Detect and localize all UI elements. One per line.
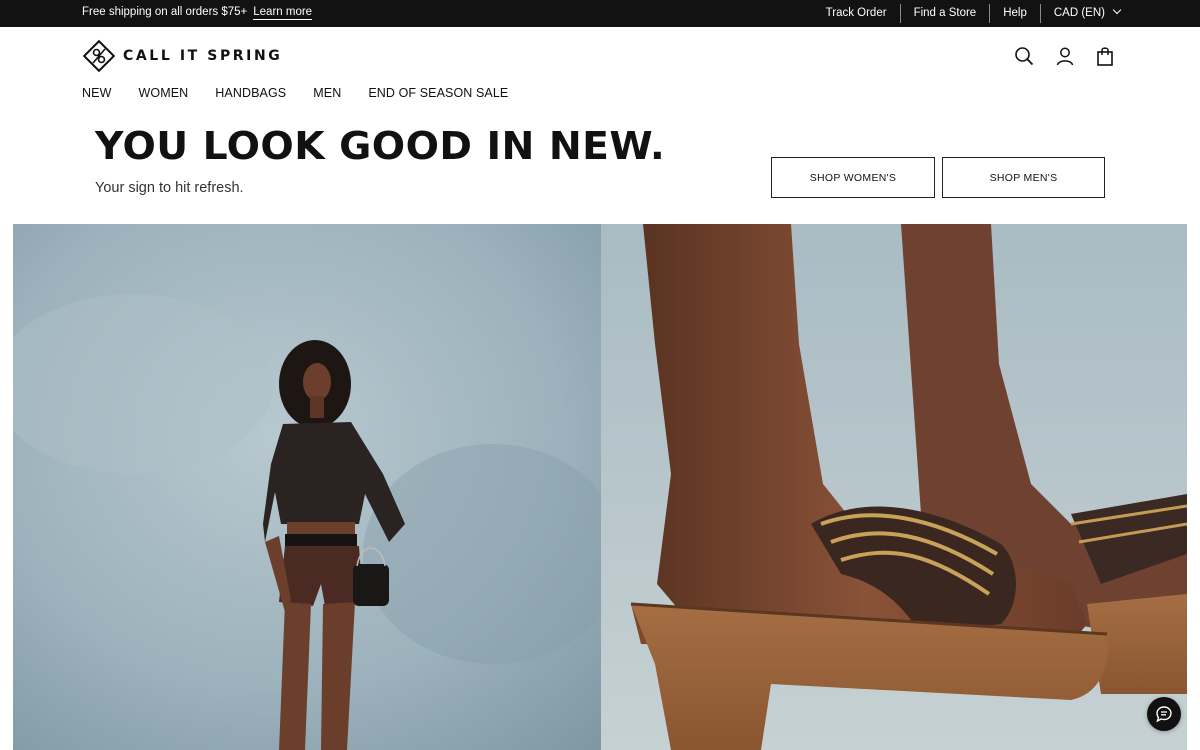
nav-item-sale[interactable]: END OF SEASON SALE	[368, 86, 508, 100]
nav-item-men[interactable]: MEN	[313, 86, 341, 100]
hero-banner[interactable]	[13, 224, 1187, 750]
nav-item-new[interactable]: NEW	[82, 86, 111, 100]
shopping-bag-icon[interactable]	[1094, 45, 1116, 67]
promo-message: Free shipping on all orders $75+ Learn mo…	[82, 6, 313, 20]
currency-label: CAD (EN)	[1053, 7, 1105, 19]
search-icon[interactable]	[1013, 45, 1035, 67]
hero-image-sandal[interactable]	[601, 224, 1187, 750]
help-link[interactable]: Help	[989, 4, 1040, 23]
brand-name: CALL IT SPRING	[123, 48, 283, 64]
hero-image-woman[interactable]	[13, 224, 601, 750]
hero-subline: Your sign to hit refresh.	[95, 180, 244, 196]
logo-mark-icon	[82, 39, 116, 73]
nav-item-women[interactable]: WOMEN	[138, 86, 188, 100]
chat-icon	[1156, 706, 1172, 723]
learn-more-link[interactable]: Learn more	[253, 6, 313, 20]
hero-headline: YOU LOOK GOOD IN NEW.	[95, 124, 666, 169]
currency-selector[interactable]: CAD (EN)	[1039, 4, 1122, 23]
nav-item-handbags[interactable]: HANDBAGS	[215, 86, 286, 100]
announcement-bar: Free shipping on all orders $75+ Learn mo…	[0, 0, 1200, 27]
promo-text: Free shipping on all orders $75+	[82, 6, 248, 18]
brand-logo[interactable]: CALL IT SPRING	[82, 39, 283, 73]
main-nav: NEW WOMEN HANDBAGS MEN END OF SEASON SAL…	[82, 86, 535, 100]
find-store-link[interactable]: Find a Store	[899, 4, 990, 23]
chevron-down-icon	[1112, 5, 1122, 15]
track-order-link[interactable]: Track Order	[813, 4, 900, 23]
shop-womens-button[interactable]: SHOP WOMEN'S	[771, 157, 935, 198]
utility-links: Track Order Find a Store Help CAD (EN)	[813, 0, 1122, 27]
shop-mens-button[interactable]: SHOP MEN'S	[942, 157, 1105, 198]
account-icon[interactable]	[1054, 45, 1076, 67]
chat-button[interactable]	[1147, 697, 1181, 731]
